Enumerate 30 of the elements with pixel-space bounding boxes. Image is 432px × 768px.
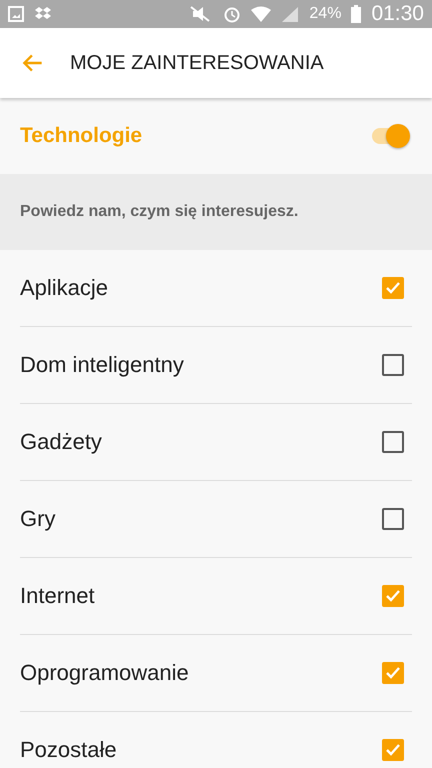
- screen-title: MOJE ZAINTERESOWANIA: [70, 52, 324, 74]
- checkbox[interactable]: [382, 662, 404, 684]
- check-icon: [386, 667, 400, 679]
- check-icon: [386, 282, 400, 294]
- interest-label: Dom inteligentny: [20, 352, 185, 378]
- checkbox[interactable]: [382, 277, 404, 299]
- description-text: Powiedz nam, czym się interesujesz.: [0, 174, 432, 250]
- dropbox-icon: [34, 6, 52, 22]
- check-icon: [386, 744, 400, 756]
- wifi-icon: [251, 6, 272, 22]
- checkbox[interactable]: [382, 354, 404, 376]
- signal-icon: [281, 6, 300, 22]
- interest-label: Pozostałe: [20, 737, 118, 763]
- check-icon: [386, 590, 400, 602]
- interest-label: Gry: [20, 506, 56, 532]
- checkbox[interactable]: [382, 508, 404, 530]
- checkbox[interactable]: [382, 585, 404, 607]
- alarm-icon: [223, 5, 242, 23]
- interest-label: Oprogramowanie: [20, 660, 190, 686]
- checkbox[interactable]: [382, 431, 404, 453]
- battery-icon: [351, 5, 362, 23]
- master-label: Technologie: [20, 124, 144, 148]
- checkbox[interactable]: [382, 739, 404, 761]
- battery-percent: 24%: [309, 5, 342, 23]
- clock: 01:30: [371, 2, 424, 26]
- master-switch[interactable]: [370, 122, 410, 150]
- interest-label: Aplikacje: [20, 275, 110, 301]
- interest-label: Gadżety: [20, 429, 103, 455]
- gallery-icon: [8, 6, 24, 22]
- interest-label: Internet: [20, 583, 96, 609]
